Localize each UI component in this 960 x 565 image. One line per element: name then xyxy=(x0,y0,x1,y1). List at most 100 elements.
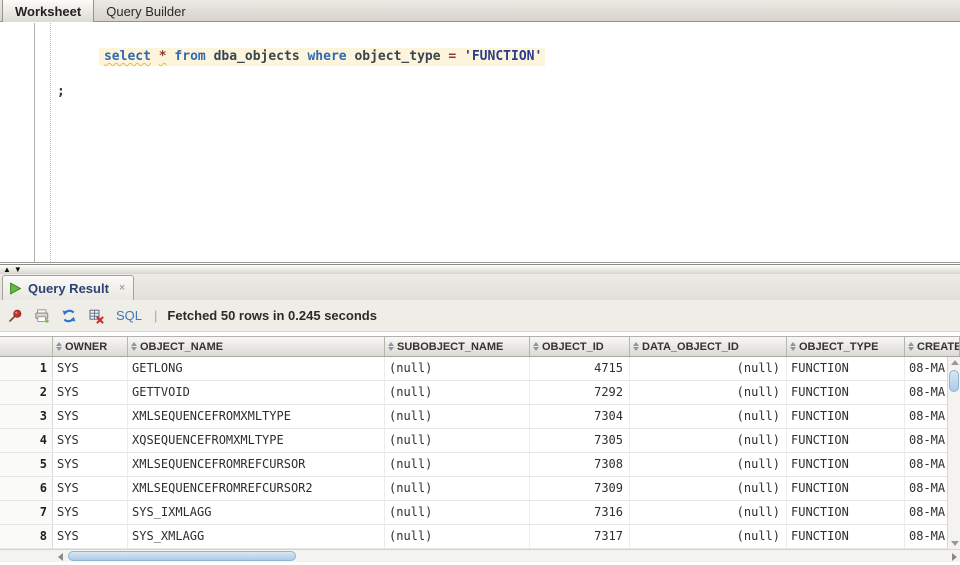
row-number-cell[interactable]: 3 xyxy=(0,405,53,429)
cell-object_name[interactable]: GETTVOID xyxy=(128,381,385,405)
row-number-cell[interactable]: 5 xyxy=(0,453,53,477)
cell-subobject_name[interactable]: (null) xyxy=(385,525,530,549)
column-header-object_type[interactable]: OBJECT_TYPE xyxy=(787,337,905,356)
cell-object_id[interactable]: 7292 xyxy=(530,381,630,405)
horizontal-scrollbar[interactable] xyxy=(0,549,960,562)
table-row[interactable]: 1SYSGETLONG(null)4715(null)FUNCTION08-MA xyxy=(0,357,960,381)
cell-owner[interactable]: SYS xyxy=(53,477,128,501)
scroll-up-icon[interactable] xyxy=(951,360,959,365)
table-row[interactable]: 8SYSSYS_XMLAGG(null)7317(null)FUNCTION08… xyxy=(0,525,960,549)
cell-data_object_id[interactable]: (null) xyxy=(630,405,787,429)
cell-object_id[interactable]: 7309 xyxy=(530,477,630,501)
cell-subobject_name[interactable]: (null) xyxy=(385,501,530,525)
cell-data_object_id[interactable]: (null) xyxy=(630,453,787,477)
column-header-object_name[interactable]: OBJECT_NAME xyxy=(128,337,385,356)
scroll-down-icon[interactable] xyxy=(951,541,959,546)
table-row[interactable]: 5SYSXMLSEQUENCEFROMREFCURSOR(null)7308(n… xyxy=(0,453,960,477)
cell-object_name[interactable]: XMLSEQUENCEFROMREFCURSOR xyxy=(128,453,385,477)
tab-worksheet[interactable]: Worksheet xyxy=(2,0,94,22)
cell-object_type[interactable]: FUNCTION xyxy=(787,501,905,525)
cell-owner[interactable]: SYS xyxy=(53,453,128,477)
row-number-cell[interactable]: 4 xyxy=(0,429,53,453)
cell-owner[interactable]: SYS xyxy=(53,525,128,549)
splitter-collapse-down-icon[interactable]: ▼ xyxy=(14,266,22,274)
column-header-created[interactable]: CREATED xyxy=(905,337,960,356)
cell-object_name[interactable]: XMLSEQUENCEFROMREFCURSOR2 xyxy=(128,477,385,501)
refresh-button[interactable] xyxy=(57,304,81,328)
row-number-cell[interactable]: 1 xyxy=(0,357,53,381)
cell-object_type[interactable]: FUNCTION xyxy=(787,429,905,453)
cell-subobject_name[interactable]: (null) xyxy=(385,453,530,477)
sort-icon xyxy=(633,342,639,351)
row-number-cell[interactable]: 2 xyxy=(0,381,53,405)
tab-query-builder[interactable]: Query Builder xyxy=(94,0,197,22)
cell-object_type[interactable]: FUNCTION xyxy=(787,357,905,381)
column-header-owner[interactable]: OWNER xyxy=(53,337,128,356)
sql-code: select * from dba_objects where object_t… xyxy=(52,31,545,134)
cell-object_name[interactable]: GETLONG xyxy=(128,357,385,381)
row-number-cell[interactable]: 6 xyxy=(0,477,53,501)
cell-data_object_id[interactable]: (null) xyxy=(630,477,787,501)
scroll-right-icon[interactable] xyxy=(952,553,957,561)
table-row[interactable]: 3SYSXMLSEQUENCEFROMXMLTYPE(null)7304(nul… xyxy=(0,405,960,429)
cell-subobject_name[interactable]: (null) xyxy=(385,429,530,453)
table-row[interactable]: 2SYSGETTVOID(null)7292(null)FUNCTION08-M… xyxy=(0,381,960,405)
cell-owner[interactable]: SYS xyxy=(53,357,128,381)
cell-owner[interactable]: SYS xyxy=(53,381,128,405)
row-number-cell[interactable]: 7 xyxy=(0,501,53,525)
column-header-subobject_name[interactable]: SUBOBJECT_NAME xyxy=(385,337,530,356)
table-row[interactable]: 4SYSXQSEQUENCEFROMXMLTYPE(null)7305(null… xyxy=(0,429,960,453)
editor-result-splitter[interactable]: ▲ ▼ xyxy=(0,264,960,274)
cell-subobject_name[interactable]: (null) xyxy=(385,381,530,405)
cell-subobject_name[interactable]: (null) xyxy=(385,405,530,429)
cell-data_object_id[interactable]: (null) xyxy=(630,357,787,381)
cell-object_id[interactable]: 7305 xyxy=(530,429,630,453)
cell-data_object_id[interactable]: (null) xyxy=(630,381,787,405)
table-row[interactable]: 6SYSXMLSEQUENCEFROMREFCURSOR2(null)7309(… xyxy=(0,477,960,501)
splitter-collapse-up-icon[interactable]: ▲ xyxy=(3,266,11,274)
column-header-data_object_id[interactable]: DATA_OBJECT_ID xyxy=(630,337,787,356)
cell-data_object_id[interactable]: (null) xyxy=(630,501,787,525)
clear-grid-button[interactable] xyxy=(84,304,108,328)
table-row[interactable]: 7SYSSYS_IXMLAGG(null)7316(null)FUNCTION0… xyxy=(0,501,960,525)
cell-subobject_name[interactable]: (null) xyxy=(385,477,530,501)
row-number-header[interactable] xyxy=(0,337,53,356)
sql-token: 'FUNCTION' xyxy=(464,49,542,64)
horizontal-scrollbar-thumb[interactable] xyxy=(68,551,296,561)
tab-query-result[interactable]: Query Result × xyxy=(2,275,134,300)
cell-object_type[interactable]: FUNCTION xyxy=(787,525,905,549)
cell-object_id[interactable]: 7308 xyxy=(530,453,630,477)
cell-subobject_name[interactable]: (null) xyxy=(385,357,530,381)
cell-object_type[interactable]: FUNCTION xyxy=(787,381,905,405)
cell-object_id[interactable]: 4715 xyxy=(530,357,630,381)
close-icon[interactable]: × xyxy=(119,282,125,294)
sql-token: * xyxy=(159,49,167,64)
column-header-object_id[interactable]: OBJECT_ID xyxy=(530,337,630,356)
cell-object_type[interactable]: FUNCTION xyxy=(787,453,905,477)
cell-object_id[interactable]: 7317 xyxy=(530,525,630,549)
print-button[interactable] xyxy=(30,304,54,328)
row-number-cell[interactable]: 8 xyxy=(0,525,53,549)
cell-object_name[interactable]: SYS_XMLAGG xyxy=(128,525,385,549)
cell-owner[interactable]: SYS xyxy=(53,405,128,429)
cell-object_name[interactable]: SYS_IXMLAGG xyxy=(128,501,385,525)
sql-editor[interactable]: select * from dba_objects where object_t… xyxy=(0,23,960,263)
sql-developer-worksheet-window: Worksheet Query Builder select * from db… xyxy=(0,0,960,565)
vertical-scrollbar-thumb[interactable] xyxy=(949,370,959,392)
cell-object_id[interactable]: 7316 xyxy=(530,501,630,525)
column-header-label: OBJECT_ID xyxy=(542,341,604,353)
cell-object_name[interactable]: XQSEQUENCEFROMXMLTYPE xyxy=(128,429,385,453)
cell-object_type[interactable]: FUNCTION xyxy=(787,405,905,429)
sort-icon xyxy=(131,342,137,351)
cell-object_name[interactable]: XMLSEQUENCEFROMXMLTYPE xyxy=(128,405,385,429)
sql-toggle-button[interactable]: SQL xyxy=(116,308,142,323)
cell-object_type[interactable]: FUNCTION xyxy=(787,477,905,501)
vertical-scrollbar[interactable] xyxy=(947,357,960,549)
cell-data_object_id[interactable]: (null) xyxy=(630,525,787,549)
cell-owner[interactable]: SYS xyxy=(53,429,128,453)
pin-button[interactable] xyxy=(3,304,27,328)
cell-owner[interactable]: SYS xyxy=(53,501,128,525)
cell-object_id[interactable]: 7304 xyxy=(530,405,630,429)
cell-data_object_id[interactable]: (null) xyxy=(630,429,787,453)
scroll-left-icon[interactable] xyxy=(58,553,63,561)
